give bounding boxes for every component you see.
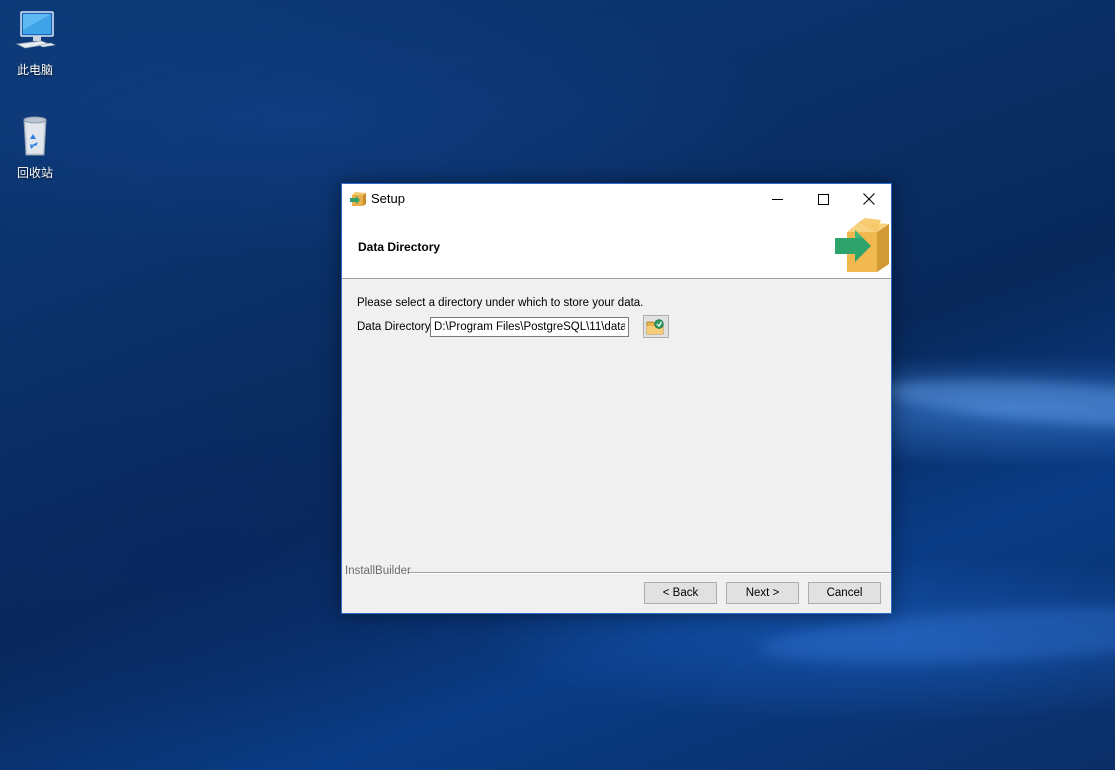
desktop-icon-this-pc[interactable]: 此电脑 (0, 8, 70, 78)
recycle-bin-icon (23, 116, 47, 156)
desktop-icon-label: 回收站 (16, 166, 53, 180)
footer-divider (409, 572, 891, 574)
minimize-button[interactable] (754, 184, 800, 214)
close-icon (863, 193, 875, 205)
title-bar[interactable]: Setup (342, 184, 891, 214)
page-title: Data Directory (358, 240, 441, 254)
computer-icon (15, 11, 56, 49)
browse-button[interactable] (643, 315, 669, 338)
maximize-icon (817, 193, 829, 205)
installer-box-arrow-icon (835, 218, 889, 272)
back-button[interactable]: < Back (644, 582, 717, 604)
wizard-content: Please select a directory under which to… (342, 279, 891, 613)
installbuilder-brand: InstallBuilder (345, 565, 411, 577)
installer-box-icon (350, 192, 366, 206)
data-directory-input[interactable] (430, 317, 629, 337)
desktop: 此电脑 回收站 Setup Data Directory Please sele… (0, 0, 1115, 770)
browse-folder-icon (646, 319, 664, 335)
data-directory-label: Data Directory (357, 321, 431, 333)
next-button[interactable]: Next > (726, 582, 799, 604)
window-title: Setup (371, 191, 405, 206)
cancel-button[interactable]: Cancel (808, 582, 881, 604)
minimize-icon (771, 198, 783, 200)
close-button[interactable] (846, 184, 892, 214)
wallpaper-streak (879, 370, 1115, 440)
setup-dialog: Setup Data Directory Please select a dir… (341, 183, 892, 614)
maximize-button[interactable] (800, 184, 846, 214)
desktop-icon-recycle-bin[interactable]: 回收站 (0, 111, 70, 181)
desktop-icon-label: 此电脑 (16, 63, 53, 77)
wizard-header: Data Directory (342, 214, 891, 279)
instruction-text: Please select a directory under which to… (357, 297, 644, 309)
